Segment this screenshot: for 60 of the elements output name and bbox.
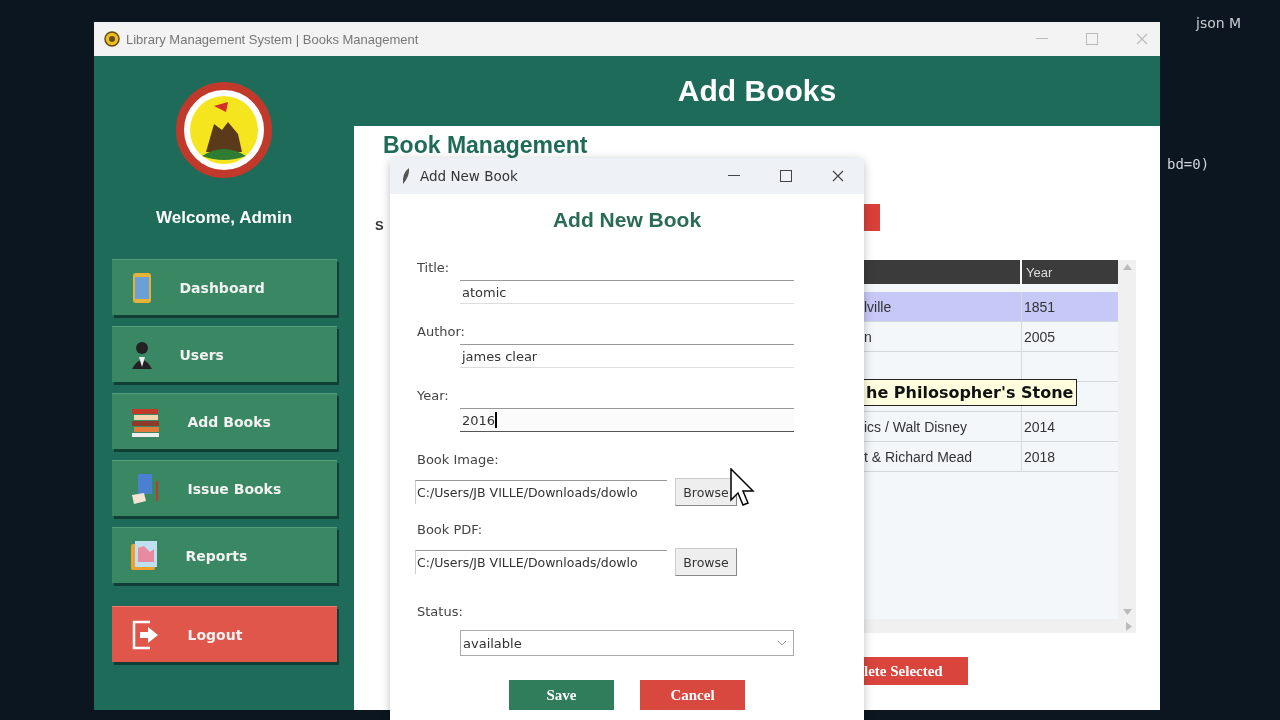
path-field[interactable]: C:/Users/JB VILLE/Downloads/dowlo bbox=[415, 480, 667, 504]
table-row[interactable]: n 2005 bbox=[862, 322, 1118, 352]
status-select[interactable]: available bbox=[460, 630, 794, 656]
window-title: Library Management System | Books Management bbox=[126, 31, 420, 47]
chart-icon bbox=[129, 539, 160, 572]
app-icon bbox=[104, 31, 120, 47]
tooltip: he Philosopher's Stone bbox=[862, 379, 1078, 406]
input-field[interactable]: atomic bbox=[460, 280, 794, 304]
scroll-down-icon[interactable] bbox=[1122, 609, 1132, 615]
save-button[interactable]: Save bbox=[509, 680, 614, 710]
minimize-icon[interactable] bbox=[728, 175, 740, 177]
chevron-icon bbox=[777, 640, 787, 646]
close-icon[interactable] bbox=[832, 170, 844, 182]
nav-button[interactable]: Issue Books bbox=[111, 460, 337, 516]
browse-button[interactable]: Browse bbox=[675, 548, 737, 576]
table-cell: ics / Walt Disney bbox=[864, 418, 967, 435]
scroll-up-icon[interactable] bbox=[1122, 264, 1132, 270]
code-text: bd=0) bbox=[1167, 156, 1210, 172]
cancel-button[interactable]: Cancel bbox=[640, 680, 745, 710]
field-label: Author: bbox=[417, 324, 466, 341]
table-cell: 2005 bbox=[1024, 328, 1056, 345]
scrollbar[interactable] bbox=[1118, 260, 1136, 619]
scroll-right-icon[interactable] bbox=[1126, 621, 1132, 631]
field-label: Book PDF: bbox=[417, 522, 484, 539]
delete-button[interactable]: lete Selected bbox=[862, 657, 968, 685]
table-cell: n bbox=[864, 328, 872, 345]
path-field[interactable]: C:/Users/JB VILLE/Downloads/dowlo bbox=[415, 550, 667, 574]
table-cell: 2014 bbox=[1024, 418, 1056, 435]
logo-icon bbox=[176, 82, 272, 178]
cursor-icon bbox=[730, 468, 756, 508]
dialog-title: Add New Book bbox=[420, 168, 519, 184]
maximize-icon[interactable] bbox=[780, 170, 792, 182]
nav-button[interactable]: Users bbox=[111, 326, 337, 382]
section-title: Book Management bbox=[383, 132, 589, 159]
column-header[interactable]: Year bbox=[1022, 260, 1118, 284]
field-label: Book Image: bbox=[417, 452, 500, 469]
editor-tab[interactable]: json M bbox=[1196, 15, 1242, 31]
field-label: Status: bbox=[417, 604, 464, 621]
nav-button[interactable]: Add Books bbox=[111, 393, 337, 449]
dialog-heading: Add New Book bbox=[551, 208, 703, 232]
search-label: S bbox=[375, 218, 384, 233]
table-row[interactable]: ics / Walt Disney 2014 bbox=[862, 412, 1118, 442]
field-label: Year: bbox=[417, 388, 450, 405]
browse-button[interactable]: Browse bbox=[675, 478, 737, 506]
input-field[interactable]: 2016 bbox=[460, 408, 794, 432]
table-row[interactable]: t & Richard Mead 2018 bbox=[862, 442, 1118, 472]
field-label: Title: bbox=[417, 260, 451, 277]
table-cell: 2018 bbox=[1024, 448, 1056, 465]
table-cell: lville bbox=[864, 298, 892, 315]
scrollbar[interactable] bbox=[862, 619, 1136, 633]
feather-icon bbox=[402, 168, 410, 184]
column-header[interactable] bbox=[862, 260, 1020, 284]
table-cell: t & Richard Mead bbox=[864, 448, 973, 465]
input-field[interactable]: james clear bbox=[460, 344, 794, 368]
table-cell: 1851 bbox=[1024, 298, 1056, 315]
table-row[interactable]: lville 1851 bbox=[862, 292, 1118, 322]
page-title: Add Books bbox=[677, 74, 837, 108]
nav-button[interactable]: Dashboard bbox=[111, 259, 337, 315]
welcome-text: Welcome, Admin bbox=[156, 208, 292, 228]
nav-button[interactable]: Reports bbox=[111, 527, 337, 583]
